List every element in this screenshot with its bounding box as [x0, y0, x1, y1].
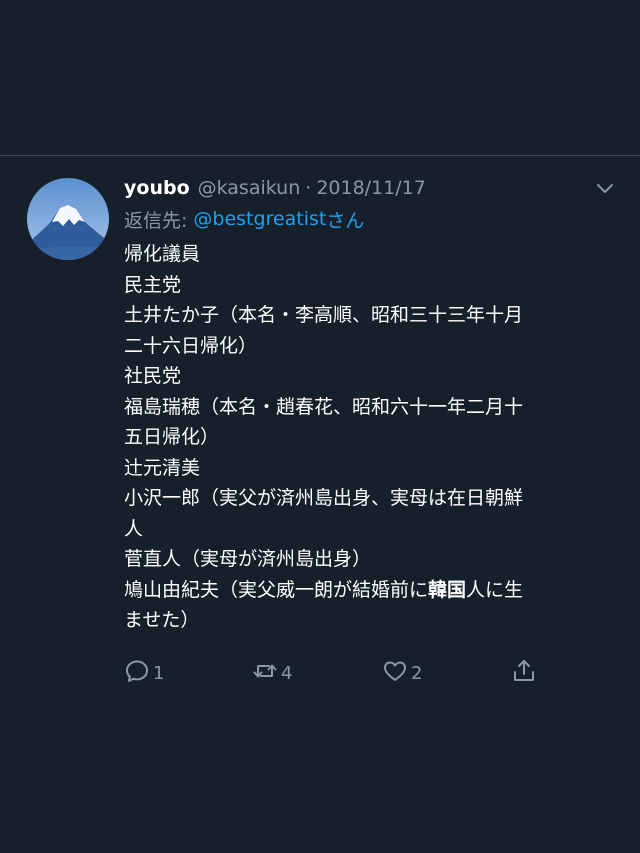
like-count: 2: [411, 662, 423, 684]
tweet-body: 帰化議員 民主党 土井たか子（本名・李高順、昭和三十三年十月 二十六日帰化） 社…: [124, 239, 604, 636]
reply-context: 返信先: @bestgreatist さん: [124, 203, 614, 235]
like-button[interactable]: 2: [382, 656, 422, 690]
tweet-date[interactable]: 2018/11/17: [316, 177, 426, 199]
highlighted-word: 韓国: [428, 578, 467, 601]
body-line-final: ませた）: [124, 609, 200, 631]
screen: youbo @kasaikun · 2018/11/17 返信先: @bestg…: [0, 0, 640, 853]
reply-prefix: 返信先:: [124, 209, 188, 232]
body-line: 民主党: [124, 273, 182, 296]
body-line: 小沢一郎（実父が済州島出身、実母は在日朝鮮: [124, 487, 524, 509]
heart-icon: [382, 658, 408, 688]
body-line-last: 鳩山由紀夫（実父威一朗が結婚前に韓国人に生: [124, 575, 604, 606]
reply-bubble-icon: [124, 658, 150, 688]
chevron-down-icon[interactable]: [594, 177, 616, 199]
avatar[interactable]: [27, 178, 109, 260]
last-line-start: 鳩山由紀夫（実父威一朗が結婚前に: [124, 578, 429, 601]
separator-dot: ·: [305, 177, 312, 199]
body-line: 菅直人（実母が済州島出身）: [124, 548, 372, 570]
retweet-icon: [252, 658, 278, 688]
retweet-button[interactable]: 4: [252, 656, 292, 690]
tweet-content: youbo @kasaikun · 2018/11/17 返信先: @bestg…: [124, 174, 614, 636]
share-button[interactable]: [511, 656, 537, 690]
reply-mention-link[interactable]: @bestgreatist: [193, 208, 326, 230]
reply-count: 1: [153, 662, 165, 684]
body-line: 五日帰化）: [124, 426, 220, 448]
body-line: 社民党: [124, 365, 182, 387]
body-line: 辻元清美: [124, 456, 201, 479]
reply-button[interactable]: 1: [124, 656, 164, 690]
top-divider: [0, 155, 640, 156]
tweet-header: youbo @kasaikun · 2018/11/17: [124, 174, 614, 202]
action-bar: 1 4 2: [124, 656, 544, 690]
retweet-count: 4: [281, 662, 293, 684]
user-handle[interactable]: @kasaikun: [198, 177, 301, 199]
body-line: 二十六日帰化）: [124, 334, 258, 357]
display-name[interactable]: youbo: [124, 177, 190, 199]
body-line: 土井たか子（本名・李高順、昭和三十三年十月: [124, 304, 524, 326]
avatar-mount-fuji-image: [27, 178, 109, 260]
share-icon: [511, 658, 537, 688]
body-line: 福島瑞穂（本名・趙春花、昭和六十一年二月十: [124, 395, 524, 418]
body-line: 人: [124, 517, 144, 540]
reply-suffix: さん: [326, 209, 365, 232]
body-line: 帰化議員: [124, 243, 201, 265]
last-line-end: 人に生: [466, 578, 524, 601]
